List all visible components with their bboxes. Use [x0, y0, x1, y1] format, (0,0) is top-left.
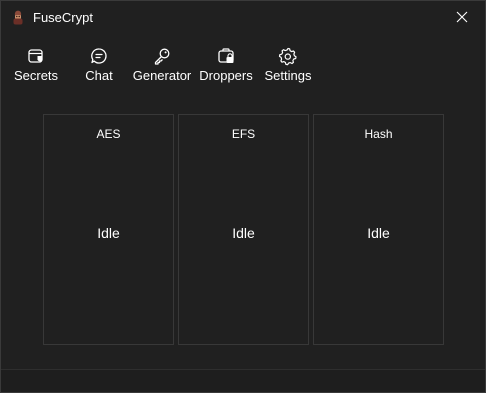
toolbar-item-secrets[interactable]: Secrets	[13, 41, 59, 89]
panel-status: Idle	[97, 225, 120, 241]
toolbar-item-label: Chat	[85, 68, 113, 83]
app-title: FuseCrypt	[33, 10, 93, 25]
panel-aes: AES Idle	[43, 114, 174, 345]
panel-hash: Hash Idle	[313, 114, 444, 345]
briefcase-lock-icon	[218, 48, 234, 63]
panel-efs: EFS Idle	[178, 114, 309, 345]
secrets-safe-icon	[28, 49, 43, 63]
toolbar-item-settings[interactable]: Settings	[264, 41, 312, 89]
toolbar-item-generator[interactable]: Generator	[133, 41, 191, 89]
toolbar-item-label: Secrets	[13, 68, 59, 83]
gear-icon	[278, 47, 297, 66]
panel-status: Idle	[232, 225, 255, 241]
status-bar	[1, 369, 485, 392]
panel-title: EFS	[231, 127, 256, 141]
panel-title: AES	[96, 127, 121, 141]
toolbar-item-label: Generator	[132, 68, 192, 83]
toolbar-item-label: Settings	[264, 68, 312, 83]
app-window: FuseCrypt Secrets Chat Generator Dropper…	[0, 0, 486, 393]
chat-bubble-icon	[91, 48, 107, 64]
close-icon	[456, 11, 468, 23]
key-icon	[154, 48, 170, 65]
toolbar-item-label: Droppers	[199, 68, 253, 83]
fusecrypt-logo-icon	[13, 10, 23, 25]
panel-title: Hash	[364, 127, 393, 141]
close-button[interactable]	[439, 1, 485, 33]
title-bar: FuseCrypt	[1, 1, 485, 33]
main-toolbar: Secrets Chat Generator Droppers Settings	[1, 41, 485, 89]
toolbar-item-droppers[interactable]: Droppers	[199, 41, 253, 89]
toolbar-item-chat[interactable]: Chat	[84, 41, 114, 89]
panel-status: Idle	[367, 225, 390, 241]
status-panels: AES Idle EFS Idle Hash Idle	[43, 114, 445, 346]
